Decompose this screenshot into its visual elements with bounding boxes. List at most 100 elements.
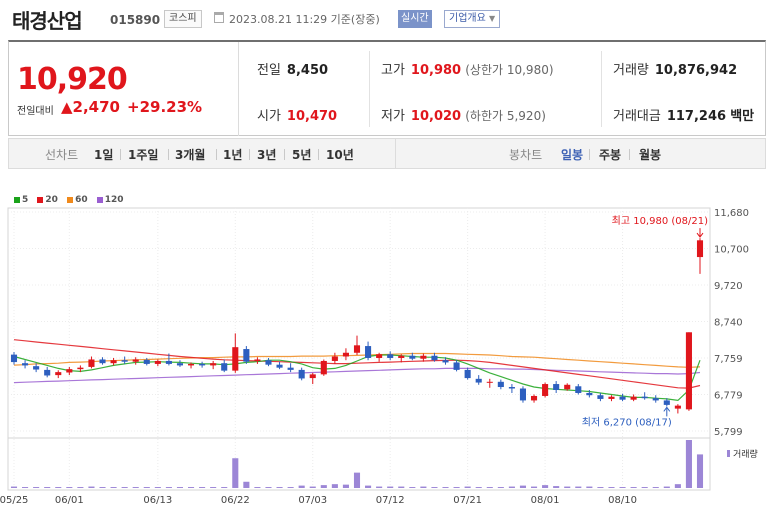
volume-bar [199,487,206,488]
candle-body [55,372,62,376]
x-tick-label: 06/13 [143,495,172,506]
ma120-line [13,367,701,384]
volume-bar [265,487,272,488]
volume-bar [486,487,493,488]
x-tick-label: 06/22 [221,495,250,506]
candle-body [10,354,18,363]
candle-body [199,363,206,366]
candle-body [44,369,51,376]
volume-bar [497,487,504,488]
candle-body [132,359,139,362]
candle-body [652,398,659,401]
x-tick-label: 07/12 [376,495,405,506]
candle-body [221,363,228,371]
candle-body [508,387,515,389]
y-tick-label: 8,740 [714,317,743,328]
candle-body [619,396,626,400]
volume-bar [331,484,338,488]
candle-body [265,360,272,365]
volume-bar [387,486,394,488]
candle-body [176,363,184,366]
x-tick-label: 07/03 [298,495,327,506]
volume-bar [575,486,582,488]
volume-bar [409,487,416,488]
candle-body [553,384,560,391]
volume-bar [165,487,172,488]
candle-body [674,405,681,409]
volume-bar [652,487,659,488]
candle-body [586,392,593,396]
y-tick-label: 10,700 [714,244,749,255]
candle-body [564,384,571,390]
candle-body [309,374,316,379]
volume-bar [508,486,515,488]
candle-body [420,355,427,359]
candle-body [342,352,349,357]
candle-body [110,360,117,364]
candle-body [287,367,294,370]
volume-bar [154,487,161,488]
volume-bar [10,486,18,488]
candle-body [431,355,438,361]
volume-bar [619,487,626,488]
volume-bar [453,487,460,488]
candle-body [99,359,106,364]
volume-bar [641,487,648,488]
candle-body [210,363,217,366]
volume-bar [110,487,117,488]
candle-body [331,356,338,361]
price-chart: 11,680 10,700 9,720 8,740 7,759 6,779 5,799 05/… [0,207,758,506]
y-tick-label: 5,799 [714,427,743,438]
candle-body [88,359,95,367]
candle-body [575,386,582,393]
volume-bar [542,485,549,488]
candle-body [519,388,527,401]
volume-bar [298,485,305,488]
y-tick-label: 11,680 [714,208,749,219]
volume-bar [431,487,438,488]
candle-body [608,396,615,399]
volume-bar [608,487,615,488]
volume-bar [420,486,427,488]
candle-body [77,367,84,370]
y-tick-label: 6,779 [714,391,743,402]
candle-body [542,384,549,396]
candle-body [187,363,195,366]
candle-body [409,355,416,359]
volume-bar [309,486,316,488]
volume-bar [22,487,29,488]
candle-body [121,360,128,362]
volume-bar [320,485,327,488]
candle-body [453,362,460,370]
volume-bar [254,487,261,488]
candle-body [33,366,40,370]
volume-bar [132,487,139,488]
candle-body [165,360,172,364]
volume-bar [630,487,637,488]
volume-bar [276,487,283,488]
x-tick-label: 08/10 [608,495,637,506]
y-tick-label: 7,759 [714,354,743,365]
candle-body [66,369,73,373]
volume-bar [121,487,128,488]
candle-body [353,345,361,353]
volume-bar [530,486,538,488]
volume-bar [33,487,40,488]
candle-body [320,360,327,375]
candle-body [365,346,372,358]
candle-body [298,369,305,379]
candle-body [530,395,538,401]
candle-body [254,359,261,361]
volume-bar [475,487,482,488]
candle-body [376,354,383,358]
volume-bar [88,486,95,488]
volume-bar [365,485,372,488]
volume-bar [210,487,217,488]
volume-bar [674,484,681,488]
x-tick-label: 05/25 [0,495,28,506]
candle-body [442,360,449,363]
plot-frame [7,207,711,439]
volume-bar [243,481,250,488]
candle-body [630,396,637,400]
x-tick-label: 08/01 [531,495,560,506]
